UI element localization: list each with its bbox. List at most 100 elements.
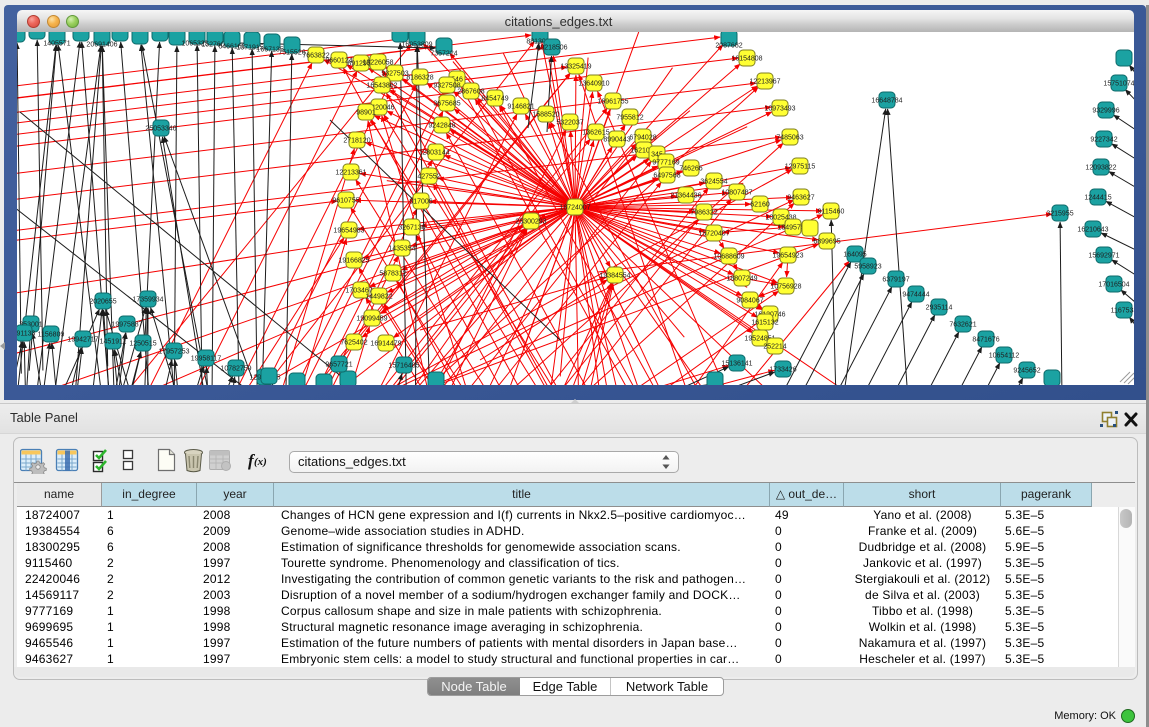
svg-text:10973493: 10973493	[764, 105, 795, 112]
svg-text:12213361: 12213361	[335, 169, 366, 176]
svg-text:16053809: 16053809	[401, 42, 432, 49]
svg-text:8471676: 8471676	[972, 336, 999, 343]
svg-text:(x): (x)	[254, 456, 267, 468]
svg-text:5322037: 5322037	[556, 119, 583, 126]
svg-text:8990443: 8990443	[603, 136, 630, 143]
svg-text:10688609: 10688609	[713, 253, 744, 260]
svg-text:10782759: 10782759	[220, 365, 251, 372]
svg-text:16543862: 16543862	[366, 82, 397, 89]
svg-text:16648784: 16648784	[871, 97, 902, 104]
svg-text:1362615: 1362615	[582, 129, 609, 136]
svg-text:19218506: 19218506	[536, 44, 567, 51]
svg-text:19099489: 19099489	[356, 315, 387, 322]
svg-text:9329996: 9329996	[1092, 107, 1119, 114]
svg-text:7357224: 7357224	[430, 51, 457, 58]
svg-text:1588520: 1588520	[532, 111, 559, 118]
svg-text:9245652: 9245652	[1013, 367, 1040, 374]
svg-text:8454749: 8454749	[481, 95, 508, 102]
svg-text:817006: 817006	[409, 198, 432, 205]
svg-text:5878312: 5878312	[379, 270, 406, 277]
svg-text:2087682: 2087682	[715, 43, 742, 50]
svg-text:7632621: 7632621	[949, 321, 976, 328]
svg-text:9463627: 9463627	[787, 194, 814, 201]
svg-text:15692971: 15692971	[1088, 252, 1119, 259]
svg-text:10807487: 10807487	[721, 189, 752, 196]
svg-text:9084067: 9084067	[736, 297, 763, 304]
svg-text:20691406: 20691406	[86, 42, 117, 49]
svg-text:13640910: 13640910	[578, 80, 609, 87]
svg-text:3675685: 3675685	[433, 100, 460, 107]
svg-text:19384554: 19384554	[599, 272, 630, 279]
svg-text:25053346: 25053346	[145, 125, 176, 132]
svg-text:1451911: 1451911	[100, 338, 127, 345]
svg-text:16914479: 16914479	[370, 340, 401, 347]
svg-text:991133: 991133	[17, 330, 36, 337]
svg-text:1167533: 1167533	[1111, 307, 1134, 314]
svg-text:25300293: 25300293	[515, 218, 546, 225]
svg-text:16154808: 16154808	[731, 55, 762, 62]
svg-text:6794028: 6794028	[629, 134, 656, 141]
svg-text:7955812: 7955812	[616, 114, 643, 121]
svg-text:7986322: 7986322	[690, 209, 717, 216]
svg-text:18807249: 18807249	[726, 275, 757, 282]
svg-text:19654923: 19654923	[772, 252, 803, 259]
svg-text:17957253: 17957253	[158, 348, 189, 355]
svg-text:16961755: 16961755	[597, 98, 628, 105]
svg-text:19166825: 19166825	[338, 257, 369, 264]
svg-text:12093822: 12093822	[1085, 164, 1116, 171]
svg-text:1244415: 1244415	[1084, 194, 1111, 201]
svg-text:19942717: 19942717	[67, 336, 98, 343]
svg-text:1250515: 1250515	[129, 340, 156, 347]
svg-text:5958923: 5958923	[854, 263, 881, 270]
svg-text:7625402: 7625402	[340, 339, 367, 346]
svg-text:1615132: 1615132	[751, 319, 778, 326]
svg-text:6899695: 6899695	[813, 238, 840, 245]
svg-text:10756928: 10756928	[770, 283, 801, 290]
svg-text:1449822: 1449822	[365, 293, 392, 300]
svg-text:9227342: 9227342	[1090, 136, 1117, 143]
svg-text:9610755: 9610755	[332, 197, 359, 204]
svg-text:15716485: 15716485	[388, 362, 419, 369]
svg-text:19958117: 19958117	[191, 355, 222, 362]
svg-text:17016504: 17016504	[1098, 281, 1129, 288]
svg-text:1435354: 1435354	[388, 245, 415, 252]
svg-text:9474444: 9474444	[902, 291, 929, 298]
svg-text:9146821: 9146821	[507, 103, 534, 110]
svg-text:252214: 252214	[763, 343, 786, 350]
svg-text:62160: 62160	[750, 201, 770, 208]
svg-text:1405571: 1405571	[43, 41, 70, 48]
svg-text:21364436: 21364436	[670, 192, 701, 199]
svg-text:19975887: 19975887	[111, 321, 142, 328]
svg-text:12213967: 12213967	[749, 78, 780, 85]
svg-text:2718120: 2718120	[343, 137, 370, 144]
svg-text:13325419: 13325419	[560, 63, 591, 70]
svg-text:3624554: 3624554	[700, 178, 727, 185]
svg-text:1733426: 1733426	[769, 366, 796, 373]
svg-text:16210643: 16210643	[1077, 226, 1108, 233]
svg-text:10654112: 10654112	[989, 352, 1020, 359]
svg-text:98901: 98901	[356, 109, 376, 116]
svg-text:746266: 746266	[679, 165, 702, 172]
svg-text:6497568: 6497568	[653, 172, 680, 179]
svg-text:15720407: 15720407	[698, 230, 729, 237]
svg-text:17359934: 17359934	[132, 296, 163, 303]
svg-text:2803144: 2803144	[422, 149, 449, 156]
svg-text:9115460: 9115460	[818, 208, 845, 215]
svg-text:15136141: 15136141	[721, 360, 752, 367]
svg-text:6379197: 6379197	[882, 276, 909, 283]
svg-text:7485063: 7485063	[776, 134, 803, 141]
svg-text:9327503: 9327503	[381, 70, 408, 77]
svg-text:9242848: 9242848	[428, 122, 455, 129]
svg-text:164095: 164095	[843, 251, 866, 258]
svg-text:427552: 427552	[417, 173, 440, 180]
svg-text:3215955: 3215955	[1046, 210, 1073, 217]
svg-text:9777169: 9777169	[652, 159, 679, 166]
svg-text:1156809: 1156809	[38, 331, 65, 338]
svg-text:3267130: 3267130	[398, 224, 425, 231]
svg-text:12975115: 12975115	[785, 163, 816, 170]
svg-text:8186328: 8186328	[406, 74, 433, 81]
svg-text:2020655: 2020655	[89, 298, 116, 305]
svg-text:2867608: 2867608	[457, 88, 484, 95]
svg-text:15751074: 15751074	[1103, 80, 1134, 87]
svg-text:19654983: 19654983	[333, 227, 364, 234]
